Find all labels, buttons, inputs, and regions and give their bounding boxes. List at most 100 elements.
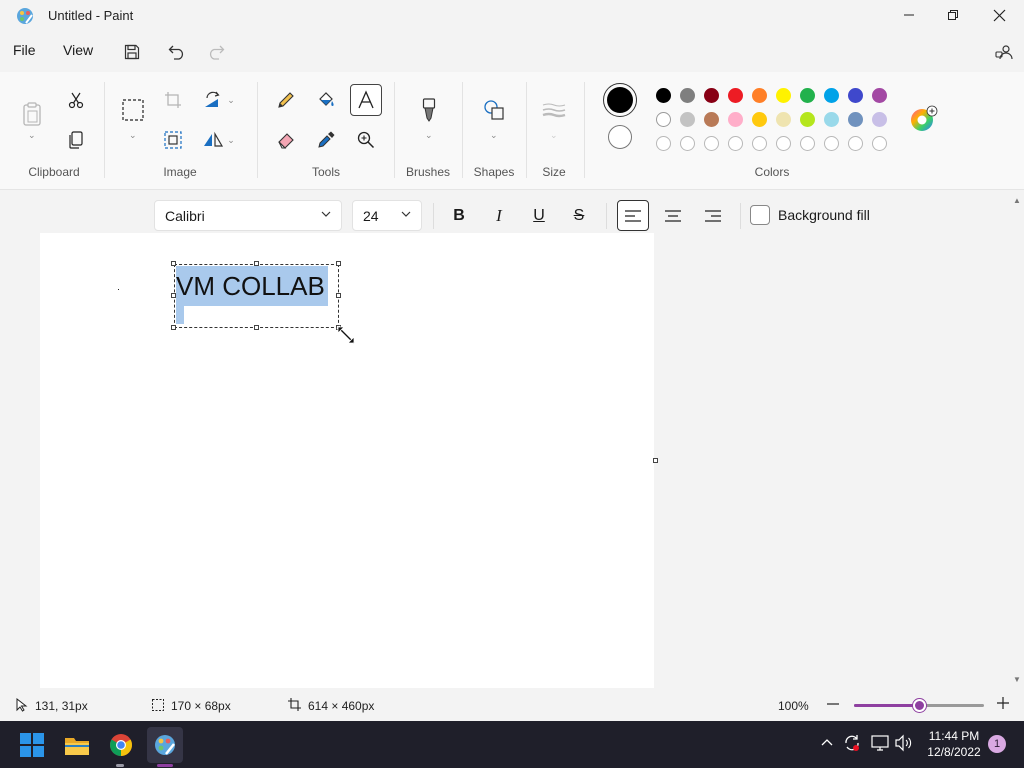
pencil-button[interactable] (270, 84, 302, 116)
size-button[interactable] (538, 94, 570, 126)
custom-color-slot[interactable] (776, 136, 791, 151)
select-button[interactable] (117, 94, 149, 126)
paste-button[interactable] (16, 94, 48, 134)
fill-button[interactable] (310, 84, 342, 116)
sync-status-button[interactable] (843, 734, 861, 752)
volume-button[interactable] (895, 734, 913, 752)
color-swatch[interactable] (872, 88, 887, 103)
background-fill-checkbox[interactable] (750, 205, 770, 225)
close-button[interactable] (976, 0, 1022, 30)
vertical-scrollbar[interactable]: ▲ ▼ (1010, 191, 1024, 689)
color-swatch[interactable] (776, 112, 791, 127)
minimize-button[interactable] (886, 0, 932, 30)
zoom-out-button[interactable] (827, 697, 841, 711)
color-swatch[interactable] (704, 112, 719, 127)
resize-handle[interactable] (336, 261, 341, 266)
paste-dropdown-icon[interactable]: ⌄ (28, 130, 36, 141)
custom-color-slot[interactable] (872, 136, 887, 151)
resize-handle[interactable] (171, 325, 176, 330)
file-explorer-button[interactable] (59, 727, 95, 763)
cut-button[interactable] (60, 84, 92, 116)
drawing-canvas[interactable] (40, 233, 654, 688)
custom-color-slot[interactable] (824, 136, 839, 151)
color-swatch[interactable] (872, 112, 887, 127)
menu-view[interactable]: View (63, 42, 93, 58)
custom-color-slot[interactable] (656, 136, 671, 151)
color-swatch[interactable] (824, 88, 839, 103)
size-dropdown-icon[interactable]: ⌄ (550, 130, 558, 141)
clock-button[interactable]: 11:44 PM 12/8/2022 (920, 728, 988, 760)
color-swatch[interactable] (728, 88, 743, 103)
resize-handle[interactable] (254, 325, 259, 330)
canvas-resize-handle[interactable] (653, 458, 658, 463)
text-box-selection[interactable] (174, 264, 339, 328)
align-right-button[interactable] (697, 200, 729, 231)
bold-button[interactable]: B (443, 200, 475, 231)
resize-handle[interactable] (171, 261, 176, 266)
color-swatch[interactable] (704, 88, 719, 103)
color-swatch[interactable] (824, 112, 839, 127)
redo-button[interactable] (200, 38, 232, 66)
save-button[interactable] (116, 38, 148, 66)
scroll-up-icon[interactable]: ▲ (1013, 196, 1021, 205)
edit-colors-button[interactable] (910, 105, 938, 134)
paint-taskbar-button[interactable] (147, 727, 183, 763)
color-swatch[interactable] (752, 112, 767, 127)
start-button[interactable] (14, 727, 50, 763)
crop-button[interactable] (157, 84, 189, 116)
align-center-button[interactable] (657, 200, 689, 231)
custom-color-slot[interactable] (752, 136, 767, 151)
select-dropdown-icon[interactable]: ⌄ (129, 130, 137, 141)
color-swatch[interactable] (656, 88, 671, 103)
account-button[interactable] (988, 38, 1020, 66)
shapes-dropdown-icon[interactable]: ⌄ (490, 130, 498, 141)
color-swatch[interactable] (680, 112, 695, 127)
custom-color-slot[interactable] (800, 136, 815, 151)
color-swatch[interactable] (800, 88, 815, 103)
brushes-dropdown-icon[interactable]: ⌄ (425, 130, 433, 141)
secondary-color-button[interactable] (608, 125, 632, 149)
notification-badge[interactable]: 1 (988, 735, 1006, 753)
font-size-dropdown[interactable]: 24 (352, 200, 422, 231)
custom-color-slot[interactable] (728, 136, 743, 151)
custom-color-slot[interactable] (848, 136, 863, 151)
resize-handle[interactable] (254, 261, 259, 266)
resize-handle[interactable] (336, 293, 341, 298)
show-hidden-icons-button[interactable] (821, 738, 833, 746)
color-swatch[interactable] (776, 88, 791, 103)
color-swatch[interactable] (800, 112, 815, 127)
network-button[interactable] (871, 735, 889, 751)
menu-file[interactable]: File (13, 42, 36, 58)
flip-button[interactable]: ⌄ (197, 124, 241, 156)
italic-button[interactable]: I (483, 200, 515, 231)
text-button[interactable] (350, 84, 382, 116)
rotate-dropdown-icon[interactable]: ⌄ (227, 95, 235, 106)
strikethrough-button[interactable]: S (563, 200, 595, 231)
underline-button[interactable]: U (523, 200, 555, 231)
color-swatch[interactable] (752, 88, 767, 103)
zoom-slider-thumb[interactable] (913, 699, 926, 712)
maximize-button[interactable] (930, 0, 976, 30)
magnifier-button[interactable] (350, 124, 382, 156)
align-left-button[interactable] (617, 200, 649, 231)
zoom-slider[interactable] (854, 699, 984, 712)
font-family-dropdown[interactable]: Calibri (154, 200, 342, 231)
eraser-button[interactable] (270, 124, 302, 156)
color-swatch[interactable] (680, 88, 695, 103)
rotate-button[interactable]: ⌄ (197, 84, 241, 116)
zoom-in-button[interactable] (997, 697, 1009, 709)
color-swatch[interactable] (728, 112, 743, 127)
color-swatch[interactable] (848, 88, 863, 103)
custom-color-slot[interactable] (680, 136, 695, 151)
chrome-button[interactable] (103, 727, 139, 763)
custom-color-slot[interactable] (704, 136, 719, 151)
resize-button[interactable] (157, 124, 189, 156)
scroll-down-icon[interactable]: ▼ (1013, 675, 1021, 684)
brushes-button[interactable] (413, 94, 445, 126)
undo-button[interactable] (161, 38, 193, 66)
resize-handle[interactable] (171, 293, 176, 298)
shapes-button[interactable] (478, 94, 510, 126)
copy-button[interactable] (60, 124, 92, 156)
color-picker-button[interactable] (310, 124, 342, 156)
primary-color-button[interactable] (603, 83, 637, 117)
